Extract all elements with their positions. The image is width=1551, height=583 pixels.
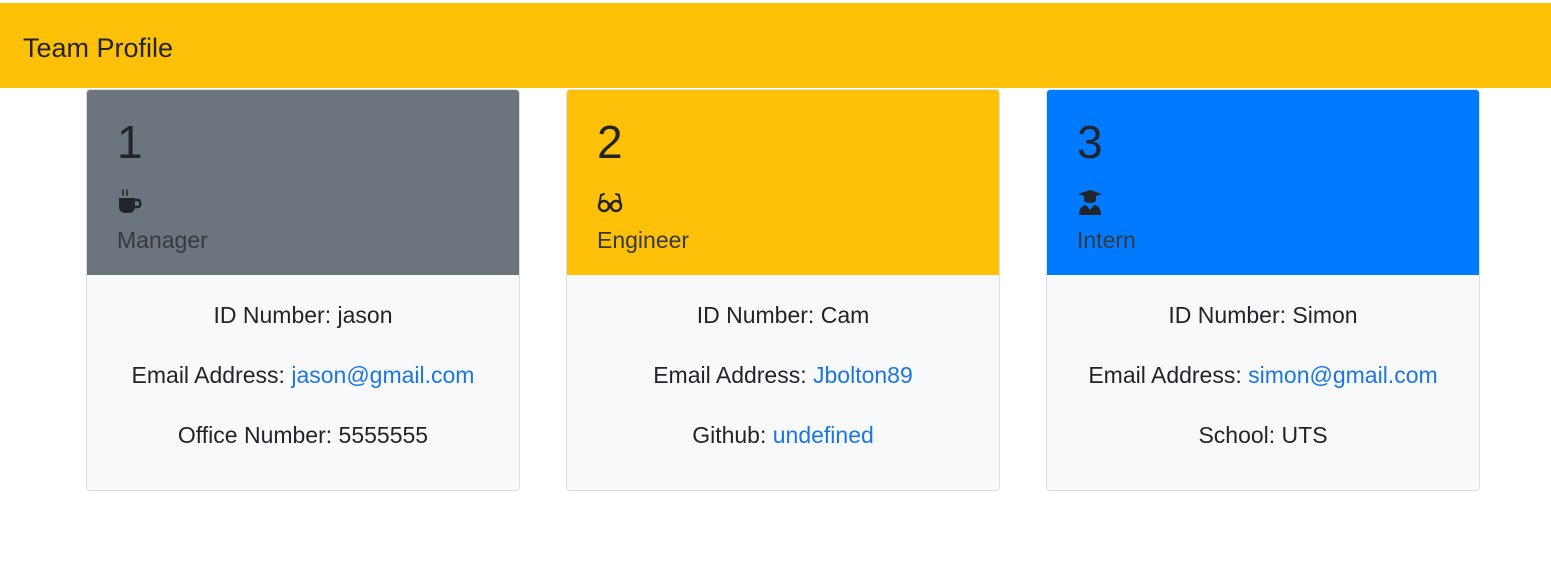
employee-card-intern: 3 Intern ID Number: Simon Email Address:… (1046, 89, 1480, 491)
card-header: 2 Engineer (567, 90, 999, 275)
email-link[interactable]: Jbolton89 (813, 362, 913, 388)
card-body: ID Number: Simon Email Address: simon@gm… (1047, 275, 1479, 490)
email-link[interactable]: jason@gmail.com (291, 362, 474, 388)
employee-card-engineer: 2 Engineer ID Number: Cam Email Address:… (566, 89, 1000, 491)
coffee-mug-icon (119, 189, 142, 213)
github-label: Github: (692, 422, 773, 448)
office-number-value: 5555555 (338, 422, 429, 448)
email-line: Email Address: Jbolton89 (567, 361, 999, 389)
id-label: ID Number: (1168, 302, 1293, 328)
github-line: Github: undefined (567, 421, 999, 449)
school-value: UTS (1281, 422, 1328, 448)
navbar-brand[interactable]: Team Profile (23, 31, 173, 65)
id-number-line: ID Number: Cam (567, 301, 999, 329)
card-body: ID Number: jason Email Address: jason@gm… (87, 275, 519, 490)
card-number: 2 (597, 116, 623, 168)
card-number: 3 (1077, 116, 1103, 168)
graduate-icon (1078, 190, 1102, 215)
email-link[interactable]: simon@gmail.com (1248, 362, 1438, 388)
github-link[interactable]: undefined (773, 422, 874, 448)
office-number-label: Office Number: (177, 422, 339, 448)
card-role: Engineer (597, 227, 690, 253)
id-number-line: ID Number: jason (87, 301, 519, 329)
email-line: Email Address: simon@gmail.com (1047, 361, 1479, 389)
card-role: Intern (1077, 227, 1136, 253)
office-number-line: Office Number: 5555555 (87, 421, 519, 449)
employee-card-manager: 1 Manager ID Number: jason Email Address… (86, 89, 520, 491)
email-label: Email Address: (653, 362, 814, 388)
id-number-line: ID Number: Simon (1047, 301, 1479, 329)
id-value: Cam (820, 302, 870, 328)
navbar: Team Profile (0, 3, 1551, 88)
id-label: ID Number: (696, 302, 821, 328)
card-number: 1 (117, 116, 143, 168)
id-value: Simon (1292, 302, 1358, 328)
school-line: School: UTS (1047, 421, 1479, 449)
card-body: ID Number: Cam Email Address: Jbolton89 … (567, 275, 999, 490)
card-header: 1 Manager (87, 90, 519, 275)
school-label: School: (1198, 422, 1282, 448)
glasses-icon (597, 193, 623, 213)
email-label: Email Address: (1088, 362, 1249, 388)
card-role: Manager (117, 227, 208, 253)
id-value: jason (337, 302, 393, 328)
email-label: Email Address: (131, 362, 292, 388)
id-label: ID Number: (213, 302, 338, 328)
card-header: 3 Intern (1047, 90, 1479, 275)
email-line: Email Address: jason@gmail.com (87, 361, 519, 389)
